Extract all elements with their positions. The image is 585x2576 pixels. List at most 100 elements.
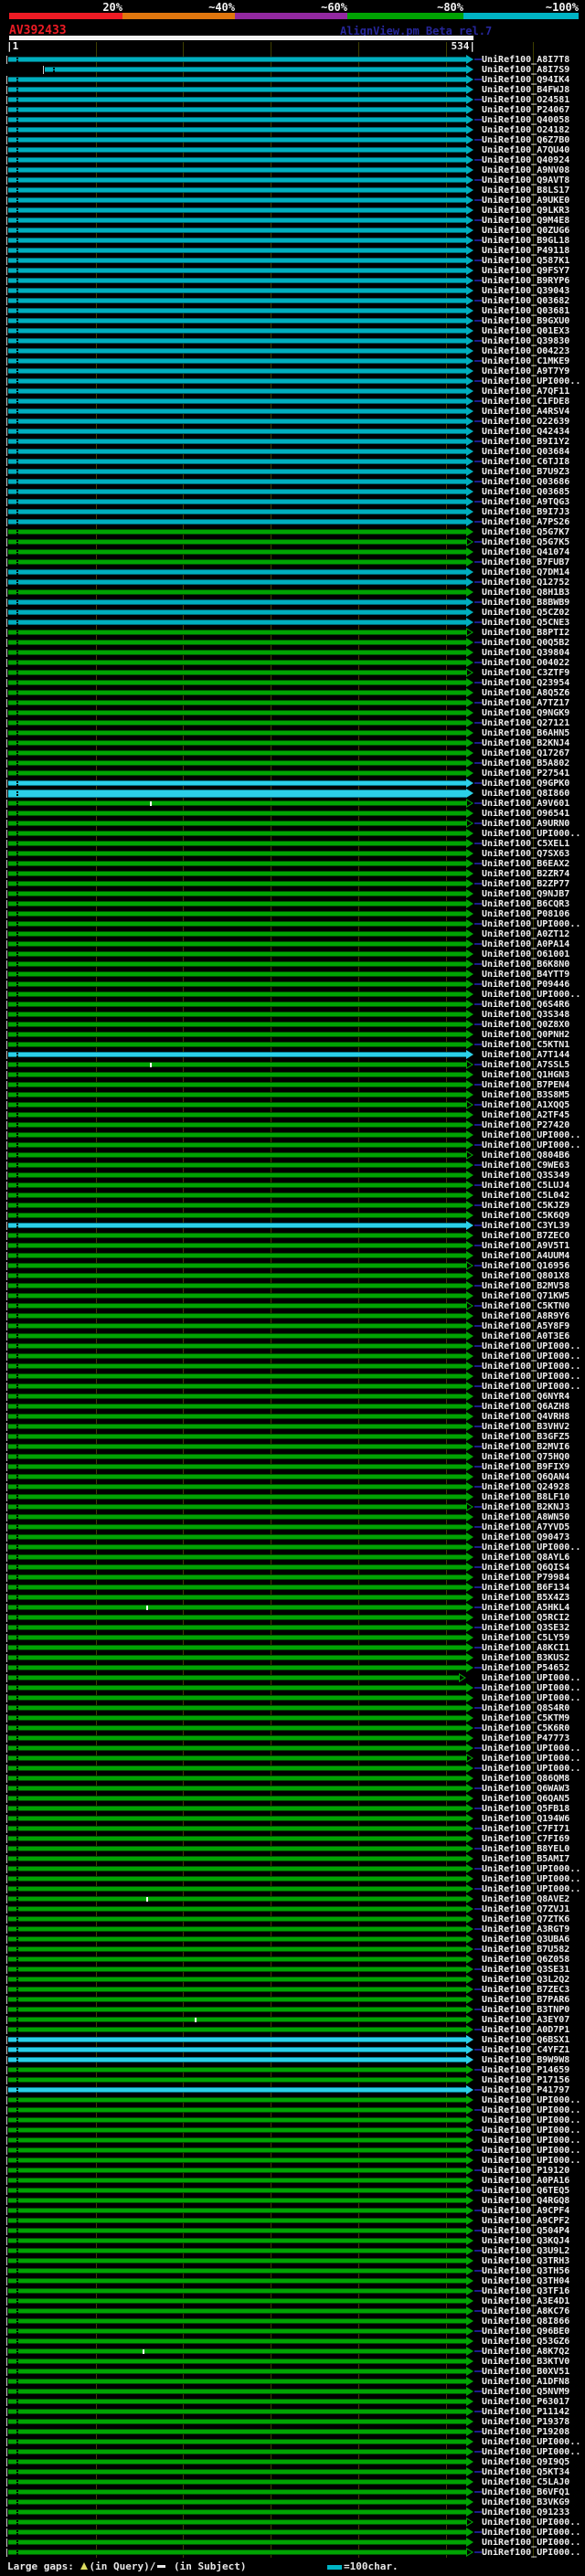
hit-label[interactable]: UniRef100_P41797 — [482, 2085, 569, 2095]
alignment-bar[interactable] — [8, 2046, 466, 2052]
alignment-bar[interactable] — [8, 1564, 466, 1570]
hit-label[interactable]: UniRef100_Q3KQJ4 — [482, 2236, 569, 2246]
hit-label[interactable]: UniRef100_B9I7J3 — [482, 507, 569, 517]
hit-label[interactable]: UniRef100_UPI000.. — [482, 1362, 580, 1372]
alignment-bar[interactable] — [8, 2277, 466, 2284]
alignment-row[interactable]: UniRef100_C9WE63 — [0, 1160, 585, 1171]
alignment-row[interactable]: UniRef100_B3S8M5 — [0, 1089, 585, 1100]
alignment-row[interactable]: UniRef100_C5LY59 — [0, 1632, 585, 1643]
alignment-bar[interactable] — [8, 1252, 466, 1258]
alignment-bar[interactable] — [8, 1403, 466, 1409]
alignment-row[interactable]: UniRef100_Q5G7K7 — [0, 526, 585, 537]
alignment-bar[interactable] — [8, 1202, 466, 1208]
alignment-bar[interactable] — [8, 1574, 466, 1580]
alignment-row[interactable]: UniRef100_A0T3E6 — [0, 1330, 585, 1341]
alignment-row[interactable]: UniRef100_O04022 — [0, 657, 585, 668]
alignment-row[interactable]: UniRef100_UPI000.. — [0, 1381, 585, 1392]
alignment-row[interactable]: UniRef100_A3E4D1 — [0, 2295, 585, 2306]
alignment-bar[interactable] — [8, 1342, 466, 1349]
alignment-row[interactable]: UniRef100_UPI000.. — [0, 2145, 585, 2156]
alignment-bar[interactable] — [8, 679, 466, 685]
alignment-row[interactable]: UniRef100_P08106 — [0, 908, 585, 919]
hit-label[interactable]: UniRef100_A9T7Y9 — [482, 366, 569, 376]
hit-label[interactable]: UniRef100_Q4RGQ8 — [482, 2196, 569, 2206]
hit-label[interactable]: UniRef100_Q42434 — [482, 427, 569, 437]
hit-label[interactable]: UniRef100_B8YEL0 — [482, 1844, 569, 1854]
alignment-row[interactable]: UniRef100_B2MV58 — [0, 1280, 585, 1291]
alignment-bar[interactable] — [8, 528, 466, 535]
hit-label[interactable]: UniRef100_B2ZP77 — [482, 879, 569, 889]
alignment-bar[interactable] — [8, 317, 466, 323]
alignment-bar[interactable] — [8, 166, 466, 173]
hit-label[interactable]: UniRef100_A8R9Y6 — [482, 1311, 569, 1321]
hit-label[interactable]: UniRef100_Q3S349 — [482, 1171, 569, 1181]
alignment-row[interactable]: UniRef100_A4UUM4 — [0, 1250, 585, 1261]
alignment-row[interactable]: UniRef100_A5Y8F9 — [0, 1320, 585, 1331]
alignment-bar[interactable] — [8, 96, 466, 102]
alignment-bar[interactable] — [8, 1915, 466, 1922]
hit-label[interactable]: UniRef100_Q8I860 — [482, 789, 569, 799]
hit-label[interactable]: UniRef100_C5KTN1 — [482, 1040, 569, 1050]
hit-label[interactable]: UniRef100_C5K6Q9 — [482, 1211, 569, 1221]
alignment-bar[interactable] — [8, 1865, 466, 1871]
alignment-row[interactable]: UniRef100_O22639 — [0, 416, 585, 427]
alignment-bar[interactable] — [8, 146, 466, 153]
alignment-bar[interactable] — [8, 1744, 466, 1751]
alignment-bar[interactable] — [8, 1765, 466, 1771]
alignment-bar[interactable] — [8, 2217, 466, 2223]
alignment-bar[interactable] — [8, 2528, 466, 2535]
alignment-row[interactable]: UniRef100_P19120 — [0, 2165, 585, 2176]
hit-label[interactable]: UniRef100_A0D7P1 — [482, 2025, 569, 2035]
hit-label[interactable]: UniRef100_Q03686 — [482, 477, 569, 487]
alignment-row[interactable]: UniRef100_Q6WAW3 — [0, 1783, 585, 1794]
alignment-row[interactable]: UniRef100_UPI000.. — [0, 1140, 585, 1150]
alignment-bar[interactable] — [8, 2327, 466, 2334]
alignment-row[interactable]: UniRef100_Q6Z7B0 — [0, 134, 585, 145]
alignment-bar[interactable] — [8, 1875, 466, 1882]
hit-label[interactable]: UniRef100_C5LUJ4 — [482, 1181, 569, 1191]
alignment-bar[interactable] — [8, 2136, 466, 2143]
alignment-row[interactable]: UniRef100_A8WN50 — [0, 1511, 585, 1522]
alignment-row[interactable]: UniRef100_UPI000.. — [0, 1341, 585, 1352]
hit-label[interactable]: UniRef100_Q801X8 — [482, 1271, 569, 1281]
hit-label[interactable]: UniRef100_A7YVD5 — [482, 1522, 569, 1532]
hit-label[interactable]: UniRef100_Q8AVE2 — [482, 1894, 569, 1904]
alignment-bar[interactable] — [8, 2488, 466, 2495]
hit-label[interactable]: UniRef100_UPI000.. — [482, 2518, 580, 2528]
hit-label[interactable]: UniRef100_A8KCI1 — [482, 1643, 569, 1653]
alignment-row[interactable]: UniRef100_UPI000.. — [0, 1743, 585, 1754]
hit-label[interactable]: UniRef100_Q804B6 — [482, 1150, 569, 1161]
hit-label[interactable]: UniRef100_P19208 — [482, 2427, 569, 2437]
hit-label[interactable]: UniRef100_Q3S348 — [482, 1010, 569, 1020]
alignment-bar[interactable] — [8, 2187, 466, 2193]
alignment-row[interactable]: UniRef100_B6VFQ1 — [0, 2486, 585, 2497]
alignment-row[interactable]: UniRef100_UPI000.. — [0, 2527, 585, 2538]
alignment-row[interactable]: UniRef100_P79984 — [0, 1572, 585, 1583]
alignment-bar[interactable] — [8, 1966, 466, 1972]
alignment-row[interactable]: UniRef100_Q6QAN5 — [0, 1793, 585, 1804]
alignment-row[interactable]: UniRef100_P47773 — [0, 1733, 585, 1744]
hit-label[interactable]: UniRef100_C1FDE8 — [482, 397, 569, 407]
alignment-row[interactable]: UniRef100_B8LS17 — [0, 185, 585, 196]
alignment-bar[interactable] — [8, 508, 466, 514]
alignment-row[interactable]: UniRef100_A8Q5Z6 — [0, 687, 585, 698]
alignment-row[interactable]: UniRef100_B4YTT9 — [0, 969, 585, 980]
hit-label[interactable]: UniRef100_Q0PNH2 — [482, 1030, 569, 1040]
alignment-bar[interactable] — [8, 1161, 466, 1168]
hit-label[interactable]: UniRef100_Q8I866 — [482, 2316, 569, 2327]
alignment-row[interactable]: UniRef100_Q3KQJ4 — [0, 2235, 585, 2246]
hit-label[interactable]: UniRef100_C5LAJ0 — [482, 2477, 569, 2487]
hit-label[interactable]: UniRef100_B0XV51 — [482, 2367, 569, 2377]
alignment-row[interactable]: UniRef100_C3ZTF9 — [0, 667, 585, 678]
hit-label[interactable]: UniRef100_C5KTM9 — [482, 1713, 569, 1723]
alignment-row[interactable]: UniRef100_Q75HQ0 — [0, 1451, 585, 1462]
hit-label[interactable]: UniRef100_Q7ZTK6 — [482, 1914, 569, 1924]
alignment-bar[interactable] — [8, 2358, 466, 2364]
alignment-bar[interactable] — [8, 126, 466, 133]
alignment-bar[interactable] — [8, 1443, 466, 1449]
alignment-bar[interactable] — [8, 1594, 466, 1600]
hit-label[interactable]: UniRef100_P19378 — [482, 2417, 569, 2427]
alignment-bar[interactable] — [8, 1151, 466, 1158]
alignment-bar[interactable] — [8, 106, 466, 112]
alignment-bar[interactable] — [8, 709, 466, 716]
